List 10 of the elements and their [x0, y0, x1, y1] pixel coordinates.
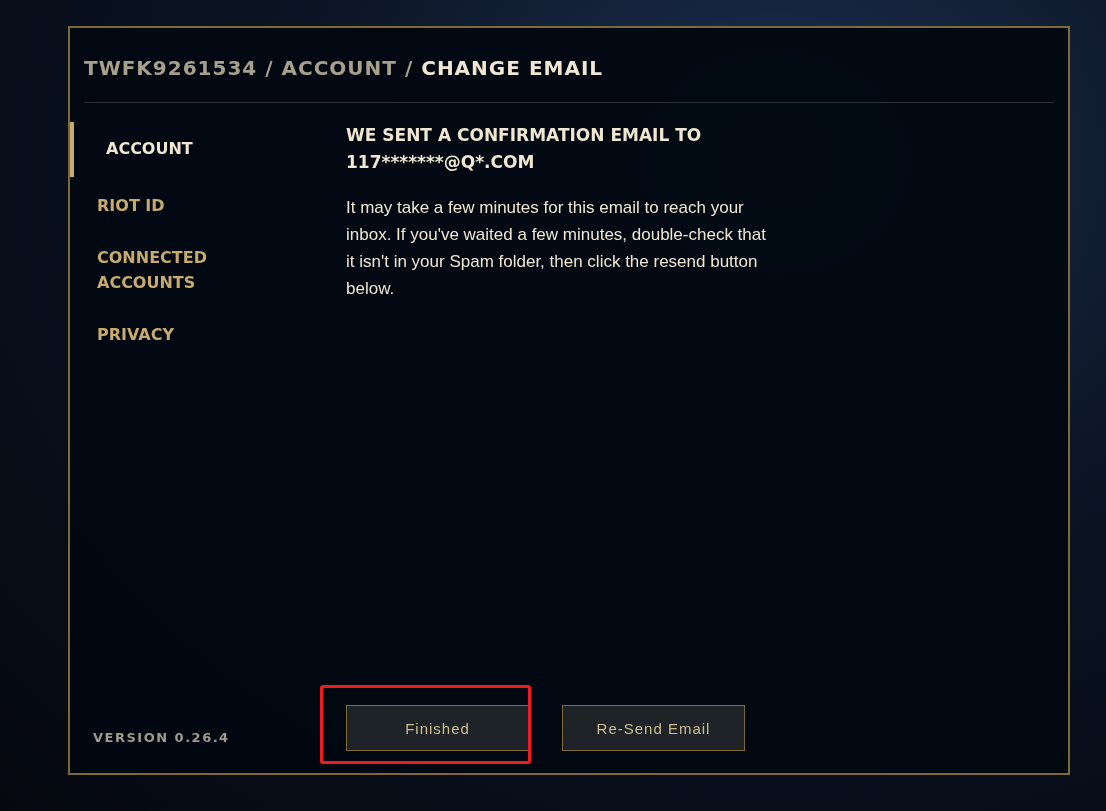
sidebar-item[interactable]: CONNECTED ACCOUNTS	[70, 236, 270, 306]
confirmation-heading: WE SENT A CONFIRMATION EMAIL TO 117*******@Q*.COM	[346, 124, 703, 174]
resend-button[interactable]: Re-Send Email	[562, 705, 745, 751]
sidebar-item[interactable]: RIOT ID	[70, 179, 270, 234]
breadcrumb: TWFK9261534 / ACCOUNT / CHANGE EMAIL	[84, 56, 605, 80]
version-label: VERSION 0.26.4	[92, 730, 231, 747]
message-text: It may take a few minutes for this email to reach your inbox. If you've waited a few minutes, double-check that it isn't in your Spam folder, then click the resend button below.	[346, 197, 767, 300]
sidebar-item[interactable]: ACCOUNT	[70, 122, 270, 177]
sidebar-item[interactable]: PRIVACY	[70, 307, 270, 363]
finished-button[interactable]: Finished	[346, 705, 529, 751]
